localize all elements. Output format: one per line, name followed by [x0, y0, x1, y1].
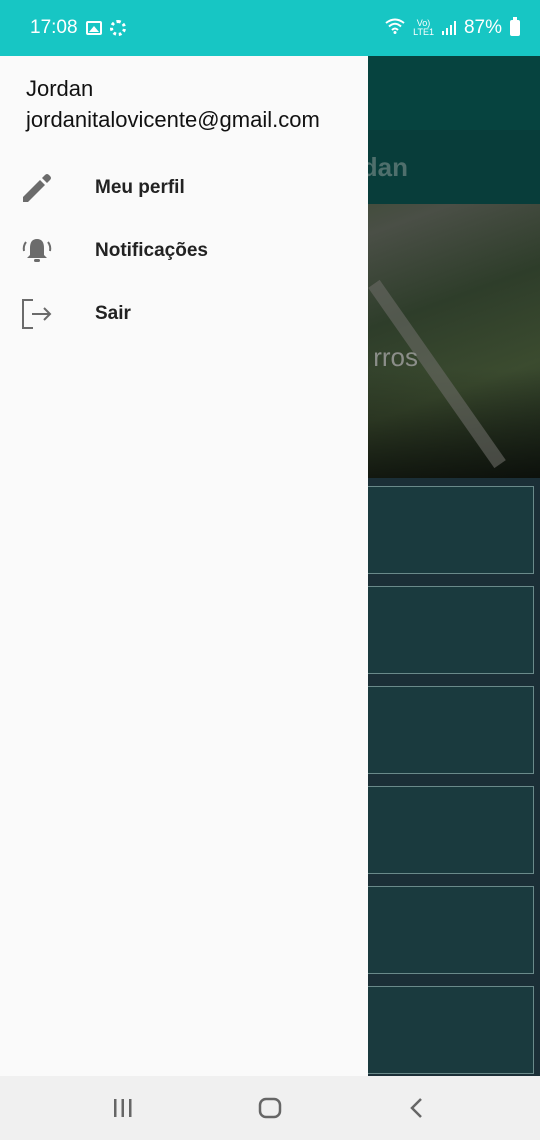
menu-label: Notificações — [95, 239, 208, 261]
user-name: Jordan — [26, 76, 94, 101]
status-time: 17:08 — [30, 17, 78, 38]
drawer-header: Jordan jordanitalovicente@gmail.com — [0, 56, 368, 136]
recents-button[interactable] — [93, 1088, 153, 1128]
content-card — [360, 886, 534, 974]
status-left: 17:08 — [30, 17, 126, 39]
navigation-drawer: Jordan jordanitalovicente@gmail.com Meu … — [0, 56, 368, 1076]
gallery-notification-icon — [85, 21, 102, 35]
menu-item-notificacoes[interactable]: Notificações — [0, 219, 368, 282]
home-button[interactable] — [240, 1088, 300, 1128]
logout-icon — [20, 297, 54, 331]
bell-icon — [20, 234, 54, 268]
recents-icon — [114, 1099, 132, 1117]
menu-label: Meu perfil — [95, 176, 185, 198]
menu-label: Sair — [95, 302, 131, 324]
wifi-icon — [385, 18, 405, 39]
banner-text: rros — [373, 342, 418, 372]
content-card — [360, 486, 534, 574]
status-right: Vo) LTE1 87% — [385, 17, 520, 39]
content-card — [360, 686, 534, 774]
system-nav-bar — [0, 1076, 540, 1140]
banner-road — [368, 279, 506, 469]
menu-item-sair[interactable]: Sair — [0, 282, 368, 345]
pencil-icon — [20, 171, 54, 205]
home-icon — [258, 1097, 282, 1119]
back-button[interactable] — [387, 1088, 447, 1128]
signal-icon — [441, 21, 456, 35]
user-email: jordanitalovicente@gmail.com — [26, 107, 320, 132]
drawer-menu: Meu perfil Notificações Sair — [0, 156, 368, 345]
subheader-text: dan — [361, 152, 408, 182]
content-card — [360, 786, 534, 874]
status-bar: 17:08 Vo) LTE1 87% — [0, 0, 540, 56]
content-card — [360, 586, 534, 674]
network-label: LTE1 — [413, 27, 434, 37]
menu-item-meu-perfil[interactable]: Meu perfil — [0, 156, 368, 219]
sync-notification-icon — [109, 20, 126, 36]
content-card — [360, 986, 534, 1074]
battery-percent: 87% — [463, 17, 502, 38]
battery-icon — [510, 17, 520, 36]
volte-indicator: Vo) LTE1 — [413, 19, 434, 37]
back-icon — [409, 1098, 422, 1118]
